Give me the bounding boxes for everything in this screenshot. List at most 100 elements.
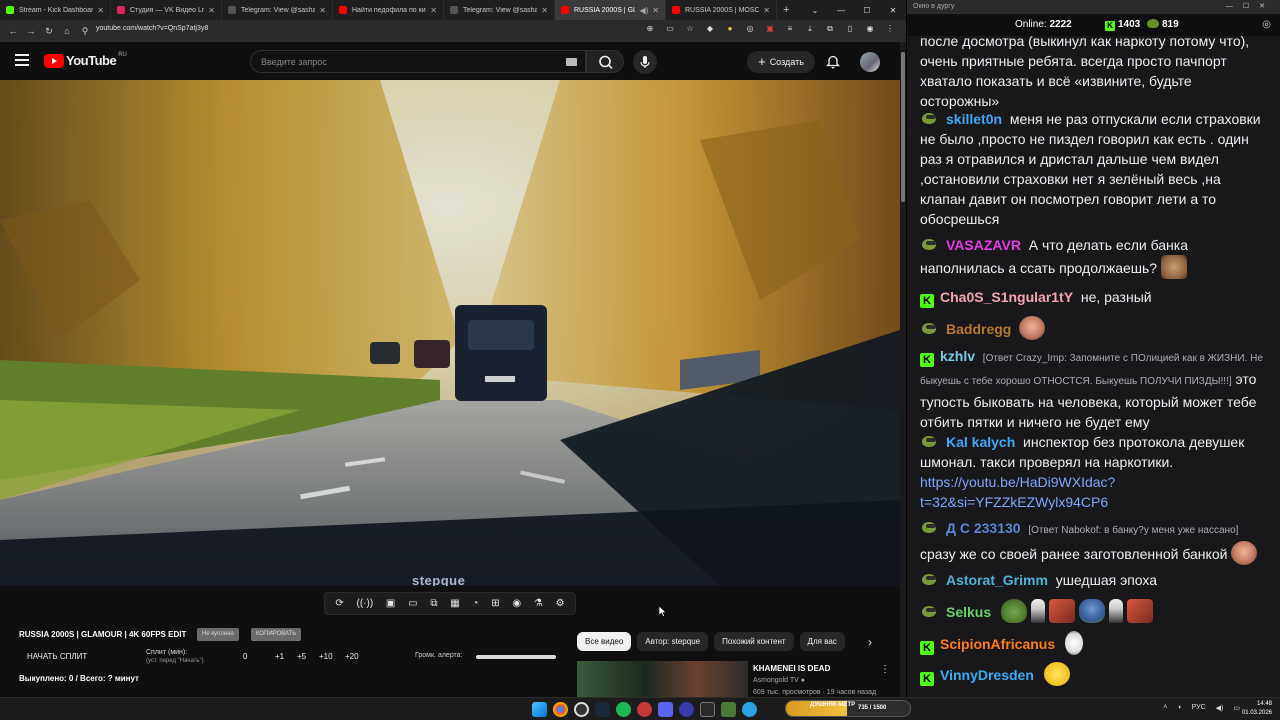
extensions-puzzle-icon[interactable]: ⧉ <box>824 24 836 34</box>
chat-username[interactable]: VinnyDresden <box>940 667 1034 683</box>
chrome-icon[interactable] <box>553 702 568 717</box>
video-player[interactable]: stepque <box>0 80 900 586</box>
screenshot-icon[interactable]: ◉ <box>512 598 521 609</box>
split-add-1-button[interactable]: +1 <box>275 652 284 661</box>
browser-tab[interactable]: Telegram: View @sashakon✕ <box>222 0 333 20</box>
file-explorer-icon[interactable] <box>721 702 736 717</box>
windows-start-icon[interactable] <box>532 702 547 717</box>
language-indicator[interactable]: РУС <box>1192 704 1206 712</box>
recommendation-channel[interactable]: Asmongold TV ● <box>753 677 805 684</box>
not-bought-badge[interactable]: Не куплено <box>197 628 239 641</box>
chat-username[interactable]: ScipionAfricanus <box>940 636 1055 652</box>
zoom-icon[interactable]: ⊕ <box>644 24 656 34</box>
loop-icon[interactable]: ⟳ <box>335 598 343 609</box>
recommendation-title[interactable]: KHAMENEI IS DEAD <box>753 664 830 673</box>
site-info-icon[interactable]: ⚲ <box>76 26 94 37</box>
chevron-up-icon[interactable]: ˄ <box>1163 704 1167 712</box>
close-tab-icon[interactable]: ✕ <box>652 6 659 15</box>
close-tab-icon[interactable]: ✕ <box>541 6 548 15</box>
scrollbar-thumb[interactable] <box>901 52 905 202</box>
new-tab-button[interactable]: + <box>783 4 789 16</box>
close-tab-icon[interactable]: ✕ <box>319 6 326 15</box>
notifications-bell-icon[interactable] <box>826 54 840 69</box>
alert-volume-slider[interactable] <box>476 655 556 659</box>
chat-window-controls[interactable]: —☐✕ <box>1226 0 1275 14</box>
chat-username[interactable]: kzhlv <box>940 348 975 364</box>
extension-icon[interactable]: ▣ <box>764 24 776 34</box>
gear-icon[interactable]: ◎ <box>1262 19 1271 30</box>
flask-icon[interactable]: ⚗ <box>534 598 543 609</box>
close-tab-icon[interactable]: ✕ <box>430 6 437 15</box>
chat-username[interactable]: skillet0n <box>946 111 1002 127</box>
start-split-button[interactable]: НАЧАТЬ СПЛИТ <box>27 652 87 661</box>
browser-tab-active[interactable]: RUSSIA 2000S | GLAMOU◀)✕ <box>555 0 666 20</box>
taskbar-clock[interactable]: 14:48 01.03.2026 <box>1242 700 1272 718</box>
mic-tray-icon[interactable]: ◖ <box>1177 704 1181 712</box>
speaker-icon[interactable]: ◀) <box>639 6 648 15</box>
chat-link[interactable]: https://youtu.be/HaDi9WXIdac?t=32&si=YFZ… <box>920 474 1115 510</box>
maximize-button[interactable]: ☐ <box>854 6 880 15</box>
browser-tab[interactable]: Найти педофила по кирпи✕ <box>333 0 444 20</box>
copy-button[interactable]: КОПИРОВАТЬ <box>251 628 302 641</box>
add-icon[interactable]: ⊞ <box>491 598 499 609</box>
forward-arrow-icon[interactable]: → <box>22 26 40 36</box>
telegram-icon[interactable] <box>742 702 757 717</box>
volume-icon[interactable]: ◀) <box>1216 704 1224 712</box>
spotify-icon[interactable] <box>616 702 631 717</box>
extension-icon[interactable]: ◎ <box>744 24 756 34</box>
profile-icon[interactable]: ◉ <box>864 24 876 34</box>
extension-icon[interactable]: ● <box>724 24 736 34</box>
hamburger-menu-icon[interactable] <box>15 54 29 66</box>
chat-username[interactable]: Baddregg <box>946 321 1011 337</box>
extension-icon[interactable]: ◆ <box>704 24 716 34</box>
close-window-button[interactable]: ✕ <box>880 6 906 15</box>
network-icon[interactable]: ▭ <box>1233 704 1240 712</box>
terminal-icon[interactable] <box>700 702 715 717</box>
close-tab-icon[interactable]: ✕ <box>208 6 215 15</box>
gear-icon[interactable]: ⚙ <box>556 598 565 609</box>
sidebar-icon[interactable]: ▯ <box>844 24 856 34</box>
bookmark-star-icon[interactable]: ☆ <box>684 24 696 34</box>
browser-tab[interactable]: RUSSIA 2000S | MOSCOW f✕ <box>666 0 777 20</box>
chip-similar[interactable]: Похожий контент <box>714 632 794 651</box>
browser-tab[interactable]: Stream - Kick Dashboard ✕ <box>0 0 111 20</box>
split-add-5-button[interactable]: +5 <box>297 652 306 661</box>
close-tab-icon[interactable]: ✕ <box>763 6 770 15</box>
split-add-20-button[interactable]: +20 <box>345 652 359 661</box>
audio-icon[interactable]: ((·)) <box>357 598 374 609</box>
filter-icon[interactable]: ▦ <box>450 598 459 609</box>
browser-tab[interactable]: Telegram: View @sashakon✕ <box>444 0 555 20</box>
cast-icon[interactable]: ▭ <box>664 24 676 34</box>
minimize-button[interactable]: — <box>828 6 854 15</box>
menu-dots-icon[interactable]: ⋮ <box>884 24 896 34</box>
keyboard-icon[interactable] <box>566 58 577 66</box>
search-button[interactable] <box>586 50 624 73</box>
chip-all-videos[interactable]: Все видео <box>577 632 632 651</box>
back-arrow-icon[interactable]: ← <box>4 26 22 36</box>
avatar[interactable] <box>860 52 880 72</box>
home-icon[interactable]: ⌂ <box>58 26 76 36</box>
chip-author[interactable]: Автор: stepque <box>637 632 709 651</box>
close-tab-icon[interactable]: ✕ <box>97 6 104 15</box>
chip-for-you[interactable]: Для вас <box>799 632 845 651</box>
tab-search-button[interactable]: ⌄ <box>802 6 828 15</box>
reload-icon[interactable]: ↻ <box>40 26 58 37</box>
media-player-icon[interactable] <box>679 702 694 717</box>
camera-icon[interactable]: ▣ <box>386 598 395 609</box>
chevron-right-icon[interactable]: › <box>868 635 872 649</box>
chat-username[interactable]: Kal kalych <box>946 434 1015 450</box>
search-input[interactable]: Введите запрос <box>250 50 586 73</box>
youtube-logo[interactable]: YouTube RU <box>44 52 127 68</box>
chat-username[interactable]: Astorat_Grimm <box>946 572 1048 588</box>
theater-icon[interactable]: ▭ <box>408 598 417 609</box>
chat-username[interactable]: Selkus <box>946 604 991 620</box>
pip-icon[interactable]: ⧉ <box>430 598 437 609</box>
recommendation-thumbnail[interactable] <box>577 661 748 697</box>
steam-icon[interactable] <box>595 702 610 717</box>
chat-username[interactable]: Д С 233130 <box>946 520 1021 536</box>
chat-username[interactable]: Cha0S_S1ngular1tY <box>940 289 1073 305</box>
browser-tab[interactable]: Студия — VK Видео Live ✕ <box>111 0 222 20</box>
discord-icon[interactable] <box>658 702 673 717</box>
obs-icon[interactable] <box>574 702 589 717</box>
speed-icon[interactable]: ◔ <box>472 598 478 609</box>
